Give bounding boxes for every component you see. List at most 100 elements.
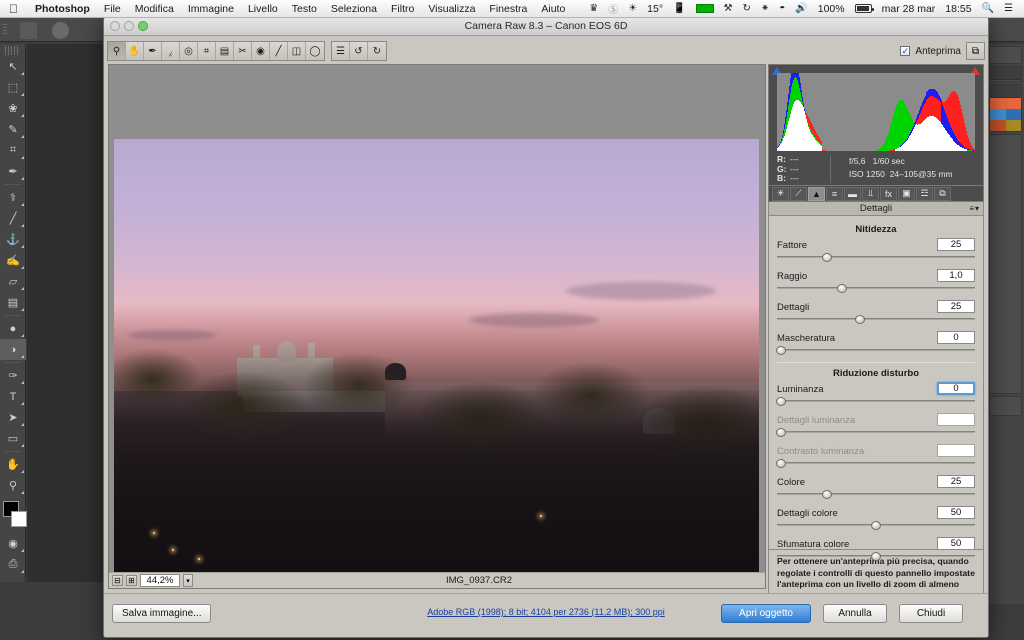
slider-row[interactable]: Dettagli 25: [777, 300, 975, 324]
battery-icon[interactable]: [850, 4, 877, 13]
slider-row[interactable]: Raggio 1,0: [777, 269, 975, 293]
dropbox-icon[interactable]: ♛: [584, 3, 603, 14]
open-object-button[interactable]: Apri oggetto: [721, 604, 811, 623]
rotate-right-tool[interactable]: ↻: [368, 42, 386, 60]
slider-knob[interactable]: [775, 459, 786, 468]
tab-effects[interactable]: fx: [880, 186, 897, 201]
preview-canvas[interactable]: ⊟ ⊞ 44,2% ▾ IMG_0937.CR2: [108, 64, 766, 589]
type-tool[interactable]: T: [0, 386, 26, 407]
menu-item-finestra[interactable]: Finestra: [482, 3, 534, 15]
screen-mode-icon[interactable]: ⎙: [0, 554, 26, 575]
tab-lens-corrections[interactable]: ⫫: [862, 186, 879, 201]
device-icon[interactable]: 📱: [668, 3, 690, 14]
color-sampler-tool[interactable]: ⁁: [162, 42, 180, 60]
slider-knob[interactable]: [871, 552, 881, 561]
slider-row[interactable]: Dettagli luminanza: [775, 413, 975, 437]
brush-tool[interactable]: ╱: [0, 208, 26, 229]
slider-row[interactable]: Luminanza 0: [775, 382, 975, 406]
slider-track[interactable]: [775, 345, 975, 355]
slider-track[interactable]: [777, 489, 975, 499]
lasso-tool[interactable]: ❀: [0, 98, 26, 119]
slider-value-input[interactable]: 0: [937, 331, 975, 344]
targeted-adjustment-tool[interactable]: ◎: [180, 42, 198, 60]
menu-item-aiuto[interactable]: Aiuto: [534, 3, 572, 15]
spot-removal-tool[interactable]: ✂: [234, 42, 252, 60]
graduated-filter-tool[interactable]: ◫: [288, 42, 306, 60]
color-swatch[interactable]: [1005, 98, 1021, 109]
menu-item-filtro[interactable]: Filtro: [384, 3, 421, 15]
slider-track[interactable]: [777, 314, 975, 324]
color-swatch[interactable]: [990, 109, 1006, 120]
background-color-swatch[interactable]: [11, 511, 27, 527]
path-selection-tool[interactable]: ➤: [0, 407, 26, 428]
gradient-tool[interactable]: ▤: [0, 292, 26, 313]
apple-menu-icon[interactable]: : [0, 3, 28, 15]
menu-item-file[interactable]: File: [97, 3, 128, 15]
close-button[interactable]: Chiudi: [899, 604, 963, 623]
menu-item-seleziona[interactable]: Seleziona: [324, 3, 384, 15]
move-tool[interactable]: ↖: [0, 56, 26, 77]
histogram-graph[interactable]: [777, 73, 975, 151]
panel-navigator[interactable]: [989, 46, 1022, 64]
panel-adjustments[interactable]: [989, 396, 1022, 416]
menu-item-immagine[interactable]: Immagine: [181, 3, 241, 15]
tab-detail[interactable]: ▲: [808, 186, 825, 201]
slider-row[interactable]: Fattore 25: [777, 238, 975, 262]
panel-swatches[interactable]: [989, 84, 1022, 132]
tab-split-toning[interactable]: ▬: [844, 186, 861, 201]
slider-value-input[interactable]: 0: [937, 382, 975, 395]
slider-row[interactable]: Mascheratura 0: [775, 331, 975, 355]
close-window-button[interactable]: [110, 20, 120, 31]
no-entry-icon[interactable]: Ⓢ: [603, 1, 623, 16]
minimize-window-button[interactable]: [124, 20, 134, 31]
zoom-stepper-icon[interactable]: ▾: [183, 574, 193, 587]
tool-preset-icon[interactable]: [20, 22, 37, 39]
color-swatch[interactable]: [990, 98, 1006, 109]
white-balance-tool[interactable]: ✒: [144, 42, 162, 60]
zoom-tool[interactable]: ⚲: [0, 475, 26, 496]
slider-track[interactable]: [777, 551, 975, 561]
slider-track[interactable]: [775, 396, 975, 406]
panel-color[interactable]: [989, 66, 1022, 82]
healing-brush-tool[interactable]: ⚕: [0, 187, 26, 208]
zoom-level-value[interactable]: 44,2%: [140, 574, 180, 587]
color-swatch[interactable]: [990, 120, 1006, 131]
slider-track[interactable]: [777, 520, 975, 530]
adjustment-brush-tool[interactable]: ╱: [270, 42, 288, 60]
slider-value-input[interactable]: 25: [937, 238, 975, 251]
menu-item-photoshop[interactable]: Photoshop: [28, 3, 97, 15]
slider-knob[interactable]: [871, 521, 881, 530]
tab-camera-calibration[interactable]: ▣: [898, 186, 915, 201]
slider-value-input[interactable]: [937, 444, 975, 457]
quick-selection-tool[interactable]: ✎: [0, 119, 26, 140]
maximize-window-button[interactable]: [138, 20, 148, 31]
slider-value-input[interactable]: 50: [937, 506, 975, 519]
tools-panel-grip[interactable]: [5, 46, 20, 55]
tab-presets[interactable]: ☲: [916, 186, 933, 201]
slider-value-input[interactable]: 50: [937, 537, 975, 550]
notification-center-icon[interactable]: ☰: [999, 3, 1018, 14]
slider-knob[interactable]: [775, 346, 786, 355]
slider-knob[interactable]: [855, 315, 866, 324]
rotate-left-tool[interactable]: ↺: [350, 42, 368, 60]
brightness-icon[interactable]: ☀: [623, 3, 642, 14]
fullscreen-toggle-icon[interactable]: ⧉: [966, 42, 985, 60]
slider-knob[interactable]: [821, 490, 832, 499]
slider-track[interactable]: [775, 427, 975, 437]
bluetooth-icon[interactable]: ⁕: [756, 3, 774, 14]
eraser-tool[interactable]: ▱: [0, 271, 26, 292]
color-swatch-control[interactable]: [0, 499, 27, 533]
eyedropper-tool[interactable]: ✒: [0, 161, 26, 182]
tab-basic[interactable]: ☀: [772, 186, 789, 201]
tab-tone-curve[interactable]: ⟋: [790, 186, 807, 201]
slider-value-input[interactable]: 25: [937, 300, 975, 313]
slider-track[interactable]: [777, 283, 975, 293]
zoom-out-icon[interactable]: ⊟: [112, 575, 123, 586]
slider-row[interactable]: Sfumatura colore 50: [777, 537, 975, 561]
options-bar-grip[interactable]: [3, 24, 7, 36]
slider-knob[interactable]: [775, 397, 786, 406]
pen-tool[interactable]: ✑: [0, 365, 26, 386]
preview-checkbox[interactable]: ✓: [900, 46, 911, 56]
slider-knob[interactable]: [775, 428, 786, 437]
red-eye-tool[interactable]: ◉: [252, 42, 270, 60]
